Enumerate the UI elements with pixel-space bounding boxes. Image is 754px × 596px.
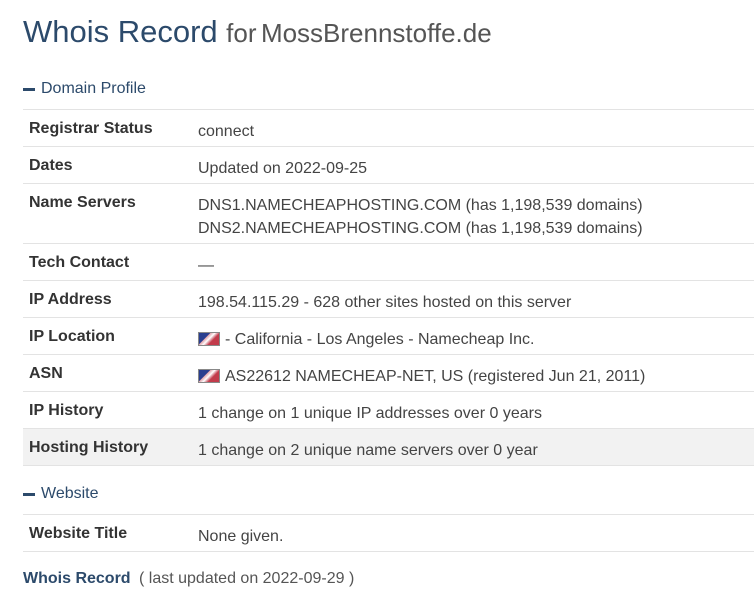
page-title-main: Whois Record [23,14,218,49]
table-row: Hosting History 1 change on 2 unique nam… [23,428,754,466]
name-server-link[interactable]: DNS1.NAMECHEAPHOSTING.COM (has 1,198,539… [198,194,748,217]
row-key: Website Title [23,514,192,552]
us-flag-icon [198,369,220,383]
row-key: Name Servers [23,183,192,244]
row-value: Updated on 2022-09-25 [192,146,754,184]
collapse-icon [23,87,35,91]
row-key: IP History [23,391,192,429]
row-key: IP Location [23,317,192,355]
table-row: Registrar Status connect [23,109,754,147]
row-value-line: — [198,257,214,274]
row-value: 1 change on 1 unique IP addresses over 0… [192,391,754,429]
domain-profile-heading: Domain Profile [41,80,146,97]
table-row: Website Title None given. [23,514,754,552]
table-row: Tech Contact — [23,243,754,281]
row-key: Dates [23,146,192,184]
footer: Whois Record ( last updated on 2022-09-2… [23,570,354,588]
table-row: ASN AS22612 NAMECHEAP-NET, US (registere… [23,354,754,392]
row-value: - California - Los Angeles - Namecheap I… [192,317,754,355]
row-key: Registrar Status [23,109,192,147]
row-value: DNS1.NAMECHEAPHOSTING.COM (has 1,198,539… [192,183,754,244]
row-value: AS22612 NAMECHEAP-NET, US (registered Ju… [192,354,754,392]
table-row: IP Address 198.54.115.29 - 628 other sit… [23,280,754,318]
whois-record-link[interactable]: Whois Record [23,570,131,587]
name-server-link[interactable]: DNS2.NAMECHEAPHOSTING.COM (has 1,198,539… [198,217,748,240]
us-flag-icon [198,332,220,346]
row-value: 1 change on 2 unique name servers over 0… [192,428,754,466]
row-key: Tech Contact [23,243,192,281]
row-value: — [192,243,754,281]
table-row: Name Servers DNS1.NAMECHEAPHOSTING.COM (… [23,183,754,244]
table-row: IP Location - California - Los Angeles -… [23,317,754,355]
website-table: Website Title None given. [23,514,754,552]
ip-location-text: - California - Los Angeles - Namecheap I… [225,331,535,348]
row-key: IP Address [23,280,192,318]
row-value: 198.54.115.29 - 628 other sites hosted o… [192,280,754,318]
page-title-domain: MossBrennstoffe.de [260,18,492,48]
row-value: connect [192,109,754,147]
asn-text: AS22612 NAMECHEAP-NET, US (registered Ju… [225,368,646,385]
row-value-line: Updated on 2022-09-25 [198,160,368,177]
page-title: Whois Record for MossBrennstoffe.de [23,14,492,50]
hosting-history-link[interactable]: 1 change on 2 unique name servers over 0… [198,439,748,462]
table-row: Dates Updated on 2022-09-25 [23,146,754,184]
row-value: None given. [192,514,754,552]
website-toggle[interactable]: Website [23,485,99,503]
ip-location-line: - California - Los Angeles - Namecheap I… [198,328,748,351]
ip-history-link[interactable]: 1 change on 1 unique IP addresses over 0… [198,402,748,425]
collapse-icon [23,492,35,496]
row-key: Hosting History [23,428,192,466]
last-updated-note: ( last updated on 2022-09-29 ) [139,570,355,587]
row-value-line: connect [198,123,255,140]
ip-address-link[interactable]: 198.54.115.29 - 628 other sites hosted o… [198,291,748,314]
page-title-for: for [226,18,257,48]
row-value-line: None given. [198,528,284,545]
row-key: ASN [23,354,192,392]
domain-profile-table: Registrar Status connect Dates Updated o… [23,109,754,466]
website-heading: Website [41,485,99,502]
asn-line: AS22612 NAMECHEAP-NET, US (registered Ju… [198,365,748,388]
table-row: IP History 1 change on 1 unique IP addre… [23,391,754,429]
domain-profile-toggle[interactable]: Domain Profile [23,80,146,98]
